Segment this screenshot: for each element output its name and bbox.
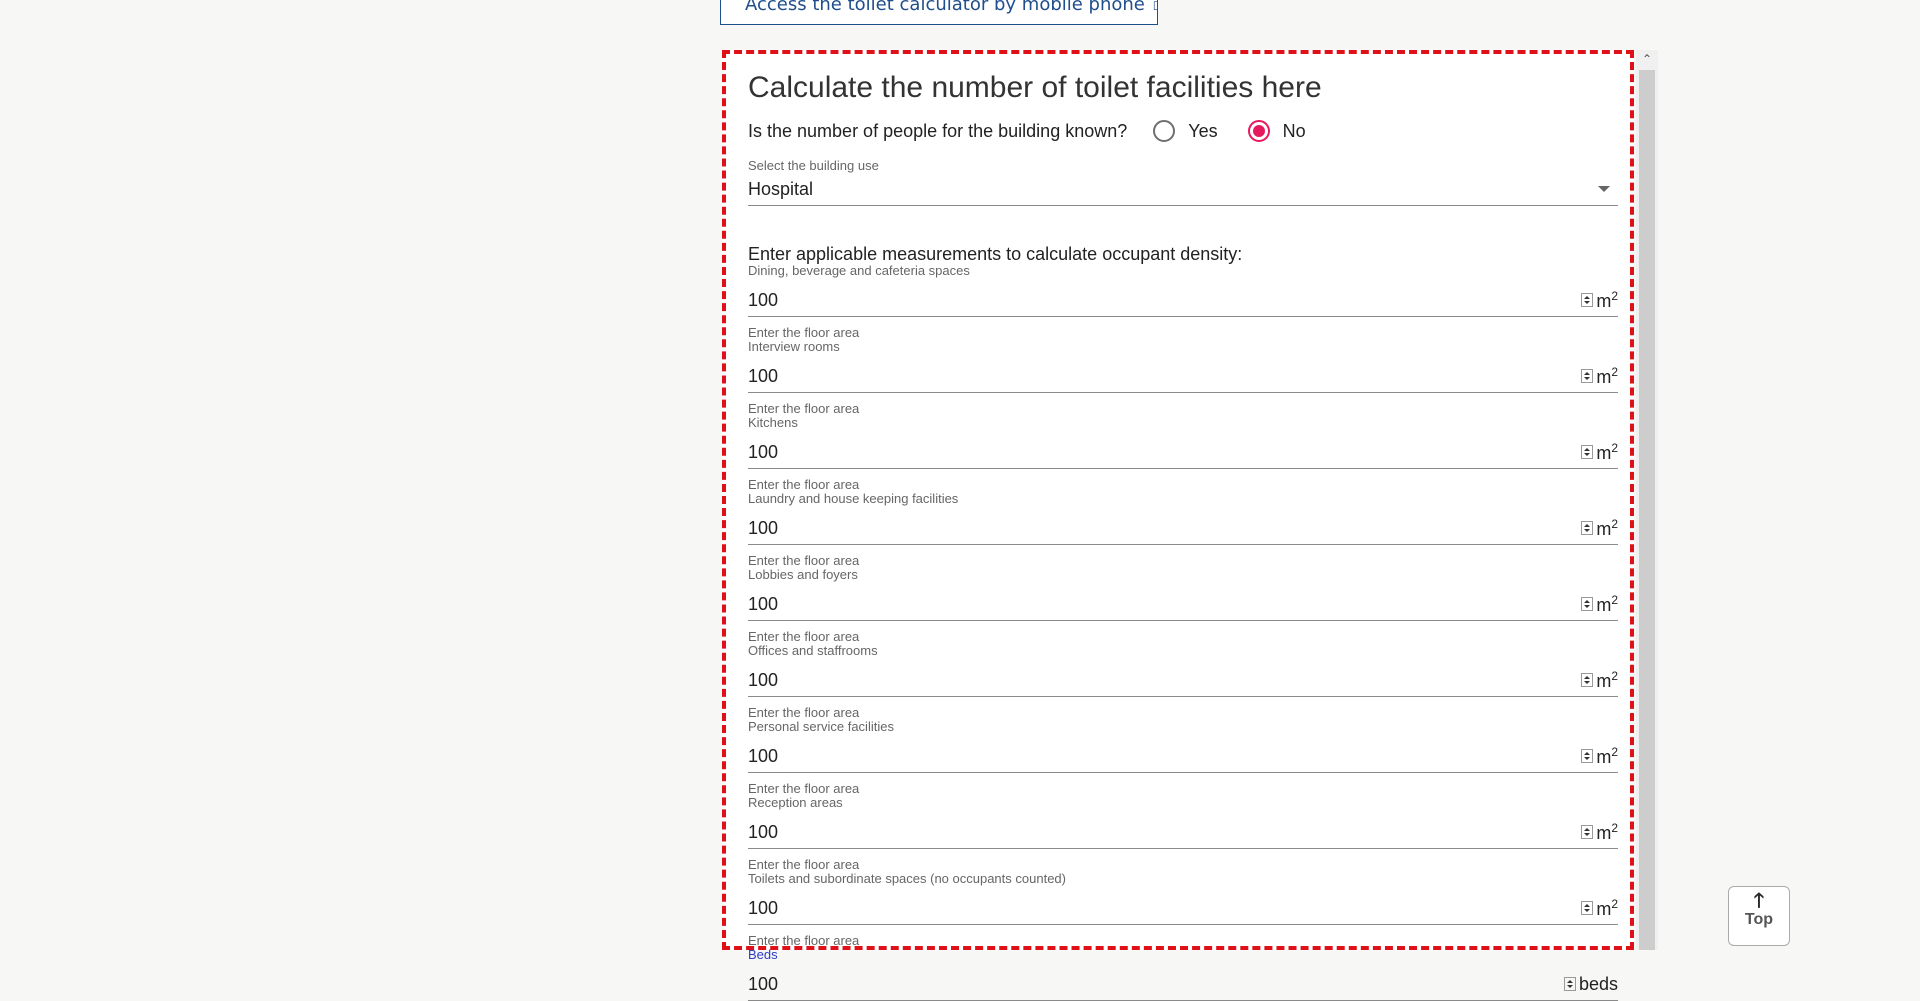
building-use-label: Select the building use (748, 158, 879, 173)
field-label: Dining, beverage and cafeteria spaces (748, 263, 970, 278)
floor-area-input[interactable]: 100 m2 (748, 816, 1618, 849)
stepper-icon[interactable] (1581, 673, 1594, 687)
building-use-value: Hospital (748, 178, 814, 199)
field-label: Offices and staffrooms (748, 643, 878, 658)
field-value: 100 (748, 365, 779, 386)
field-value: 100 (748, 745, 779, 766)
arrow-up-icon: 🡑 (1753, 890, 1765, 912)
unit-label: m2 (1596, 440, 1618, 463)
field-beds: Beds 100 beds (748, 948, 1618, 1001)
field-label: Lobbies and foyers (748, 567, 858, 582)
unit-label: m2 (1596, 744, 1618, 767)
stepper-icon[interactable] (1581, 521, 1594, 535)
people-known-row: Is the number of people for the building… (748, 116, 1618, 146)
field-label: Personal service facilities (748, 719, 894, 734)
floor-area-input[interactable]: 100 m2 (748, 740, 1618, 773)
floor-area-input[interactable]: 100 m2 (748, 588, 1618, 621)
radio-yes-circle[interactable] (1153, 120, 1176, 142)
floor-area-input[interactable]: 100 m2 (748, 360, 1618, 393)
calculator-content: Calculate the number of toilet facilitie… (748, 70, 1618, 1001)
widget-scrollbar[interactable]: ⌃ (1636, 50, 1658, 950)
field-label: Toilets and subordinate spaces (no occup… (748, 871, 1066, 886)
field-value: 100 (748, 289, 779, 310)
field-value: 100 (748, 821, 779, 842)
radio-no[interactable]: No (1247, 120, 1306, 142)
stepper-icon[interactable] (1581, 293, 1594, 307)
field-value: 100 (748, 441, 779, 462)
field-lobbies: Lobbies and foyers 100 m2 Enter the floo… (748, 568, 1618, 644)
unit-label: m2 (1596, 364, 1618, 387)
field-hint: Enter the floor area (748, 401, 860, 416)
field-value: 100 (748, 517, 779, 538)
top-button-label: Top (1744, 911, 1774, 928)
calculator-title: Calculate the number of toilet facilitie… (748, 71, 1322, 104)
unit-label: m2 (1596, 516, 1618, 539)
unit-label: m2 (1596, 592, 1618, 615)
field-hint: Enter the floor area (748, 477, 860, 492)
people-known-question: Is the number of people for the building… (748, 120, 1128, 141)
floor-area-input[interactable]: 100 m2 (748, 284, 1618, 317)
stepper-icon[interactable] (1581, 901, 1594, 915)
radio-no-circle[interactable] (1247, 120, 1270, 142)
stepper-icon[interactable] (1581, 597, 1594, 611)
building-use-select[interactable]: Hospital (748, 173, 1618, 206)
unit-label: m2 (1596, 896, 1618, 919)
external-link-icon: ☐ (1153, 0, 1157, 13)
field-kitchens: Kitchens 100 m2 Enter the floor area (748, 416, 1618, 492)
back-to-top-button[interactable]: 🡑 Top (1728, 886, 1790, 946)
radio-no-label: No (1282, 120, 1306, 141)
scroll-up-icon[interactable]: ⌃ (1636, 50, 1658, 68)
measurement-fields: Dining, beverage and cafeteria spaces 10… (748, 264, 1618, 1001)
unit-label: m2 (1596, 820, 1618, 843)
field-dining: Dining, beverage and cafeteria spaces 10… (748, 264, 1618, 340)
field-value: 100 (748, 897, 779, 918)
field-hint: Enter the floor area (748, 553, 860, 568)
stepper-icon[interactable] (1581, 749, 1594, 763)
floor-area-input[interactable]: 100 m2 (748, 436, 1618, 469)
field-hint: Enter the floor area (748, 325, 860, 340)
field-reception: Reception areas 100 m2 Enter the floor a… (748, 796, 1618, 872)
floor-area-input[interactable]: 100 m2 (748, 892, 1618, 925)
building-use-select-block: Select the building use Hospital (748, 158, 1618, 206)
field-label: Reception areas (748, 795, 843, 810)
calculator-widget: Calculate the number of toilet facilitie… (722, 50, 1634, 1001)
stepper-icon[interactable] (1563, 977, 1576, 991)
stepper-icon[interactable] (1581, 825, 1594, 839)
radio-selected-dot (1252, 125, 1265, 137)
mobile-link-label: Access the toilet calculator by mobile p… (745, 0, 1145, 15)
field-interview-rooms: Interview rooms 100 m2 Enter the floor a… (748, 340, 1618, 416)
scroll-thumb[interactable] (1639, 70, 1655, 950)
unit-label: m2 (1596, 668, 1618, 691)
density-title: Enter applicable measurements to calcula… (748, 244, 1243, 264)
floor-area-input[interactable]: 100 m2 (748, 664, 1618, 697)
field-hint: Enter the floor area (748, 629, 860, 644)
field-hint: Enter the floor area (748, 933, 860, 948)
field-laundry: Laundry and house keeping facilities 100… (748, 492, 1618, 568)
unit-label: m2 (1596, 288, 1618, 311)
field-hint: Enter the floor area (748, 857, 860, 872)
field-label: Beds (748, 947, 778, 962)
radio-yes[interactable]: Yes (1153, 120, 1218, 142)
field-value: 100 (748, 593, 779, 614)
beds-input[interactable]: 100 beds (748, 968, 1618, 1001)
field-value: 100 (748, 973, 779, 994)
field-value: 100 (748, 669, 779, 690)
field-offices: Offices and staffrooms 100 m2 Enter the … (748, 644, 1618, 720)
field-personal-service: Personal service facilities 100 m2 Enter… (748, 720, 1618, 796)
floor-area-input[interactable]: 100 m2 (748, 512, 1618, 545)
field-hint: Enter the floor area (748, 781, 860, 796)
field-label: Interview rooms (748, 339, 840, 354)
mobile-calculator-link[interactable]: Access the toilet calculator by mobile p… (720, 0, 1158, 25)
field-hint: Enter the floor area (748, 705, 860, 720)
field-label: Kitchens (748, 415, 798, 430)
radio-yes-label: Yes (1188, 120, 1218, 141)
unit-label: beds (1578, 973, 1618, 994)
stepper-icon[interactable] (1581, 445, 1594, 459)
stepper-icon[interactable] (1581, 369, 1594, 383)
field-label: Laundry and house keeping facilities (748, 491, 959, 506)
chevron-down-icon (1598, 186, 1610, 192)
